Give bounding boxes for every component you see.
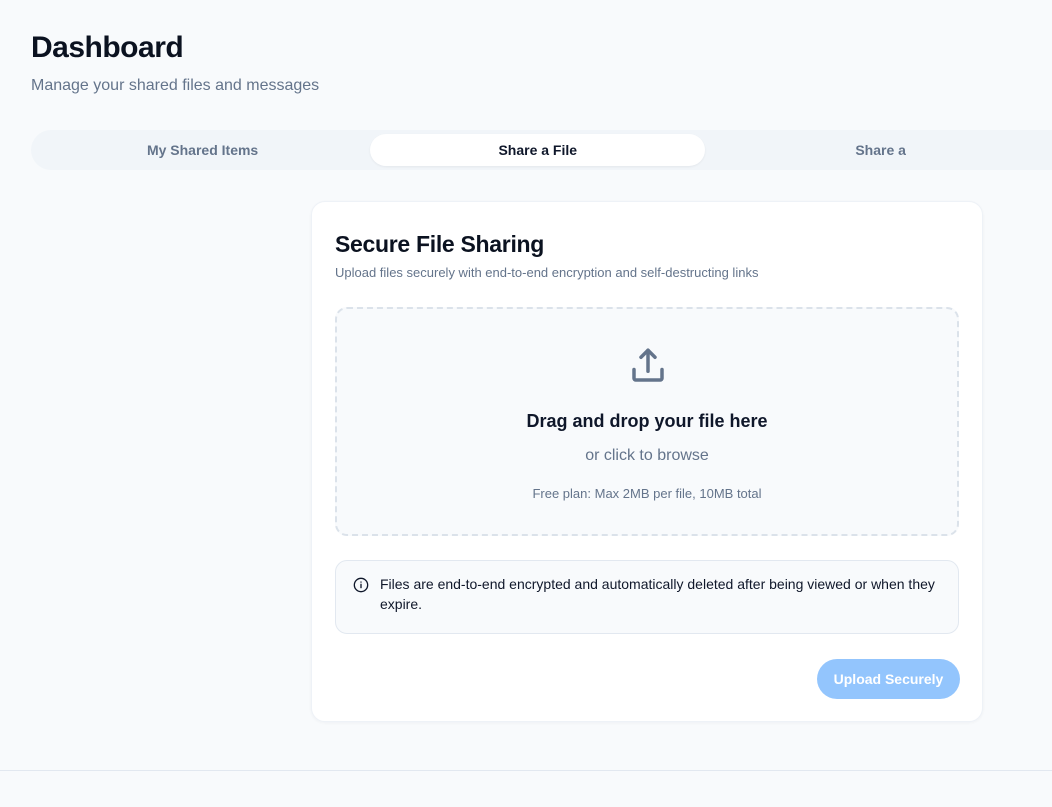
tab-share-a-file[interactable]: Share a File: [370, 134, 706, 166]
file-dropzone[interactable]: Drag and drop your file here or click to…: [335, 307, 959, 536]
secure-file-sharing-card: Secure File Sharing Upload files securel…: [311, 201, 983, 722]
encryption-info-alert: Files are end-to-end encrypted and autom…: [335, 560, 959, 634]
page-title: Dashboard: [31, 31, 184, 64]
tab-bar: My Shared Items Share a File Share a: [31, 130, 1052, 170]
upload-securely-button[interactable]: Upload Securely: [817, 659, 960, 699]
footer-divider: [0, 770, 1052, 771]
tab-my-shared-items[interactable]: My Shared Items: [35, 134, 370, 166]
card-title: Secure File Sharing: [335, 231, 545, 257]
alert-text: Files are end-to-end encrypted and autom…: [380, 576, 935, 612]
dropzone-title: Drag and drop your file here: [526, 411, 768, 431]
tab-share-a-message[interactable]: Share a: [705, 134, 1052, 166]
dropzone-browse-hint: or click to browse: [585, 447, 709, 464]
upload-icon: [632, 348, 664, 382]
info-icon: [353, 577, 369, 593]
dropzone-plan-limit: Free plan: Max 2MB per file, 10MB total: [532, 486, 762, 501]
card-description: Upload files securely with end-to-end en…: [335, 265, 759, 280]
page-subtitle: Manage your shared files and messages: [31, 77, 320, 94]
